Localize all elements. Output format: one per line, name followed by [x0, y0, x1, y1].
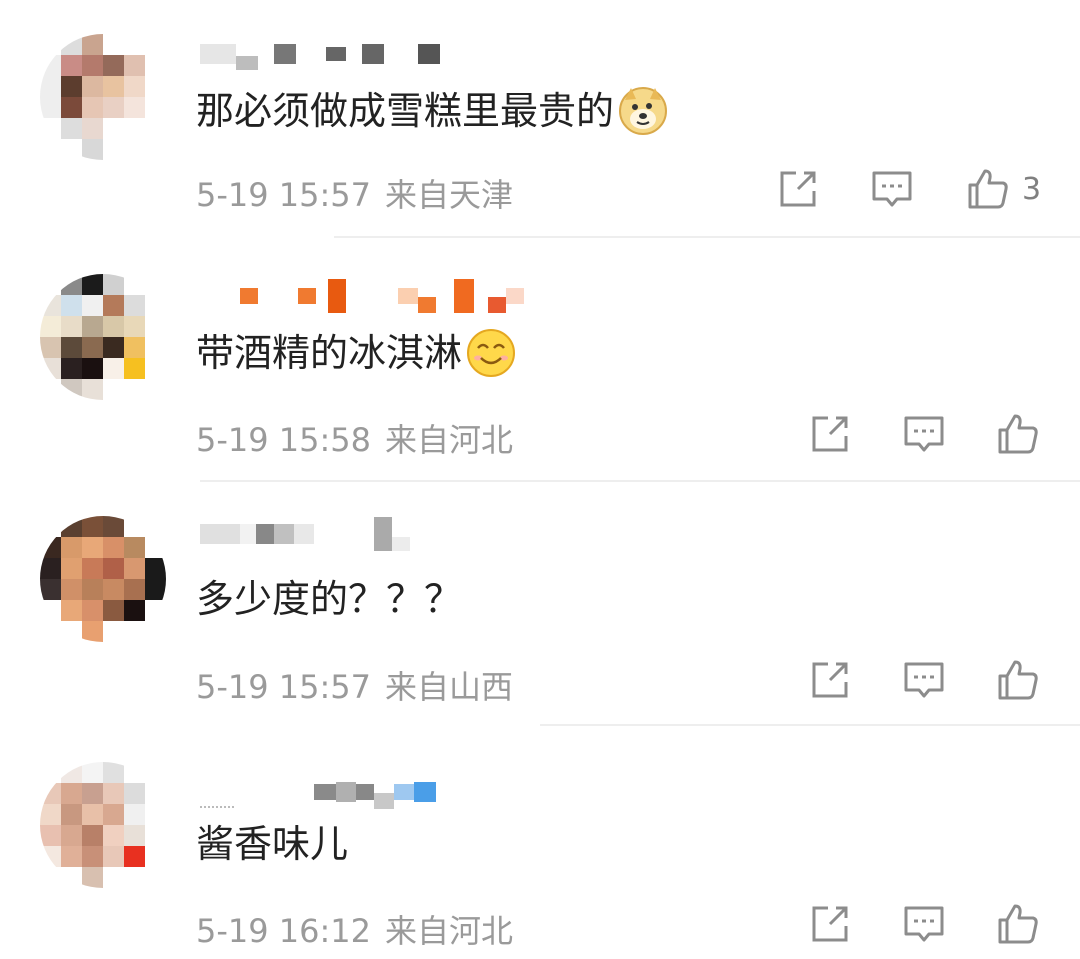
share-icon[interactable] [776, 167, 820, 211]
share-icon[interactable] [808, 412, 852, 456]
thumbs-up-icon[interactable] [966, 167, 1010, 211]
username-blurred[interactable] [200, 772, 436, 812]
location: 来自河北 [385, 912, 514, 950]
username-blurred[interactable] [200, 34, 440, 74]
comment-icon[interactable] [902, 658, 946, 702]
timestamp: 5-19 15:57 [196, 176, 372, 214]
timestamp: 5-19 15:58 [196, 421, 372, 459]
location: 来自天津 [385, 176, 514, 214]
location: 来自山西 [385, 668, 514, 706]
location: 来自河北 [385, 421, 514, 459]
comment-meta: 5-19 15:58 来自河北 [196, 415, 513, 461]
comment-meta: 5-19 15:57 来自天津 [196, 170, 513, 216]
avatar[interactable] [40, 516, 166, 642]
timestamp: 5-19 15:57 [196, 668, 372, 706]
comment-text: 多少度的？？？ [196, 577, 463, 621]
comment-item: 酱香味儿 5-19 16:12 来自河北 [0, 726, 1080, 959]
comment-actions: 3 [776, 167, 1041, 211]
thumbs-up-icon[interactable] [996, 902, 1040, 946]
comment-text: 带酒精的冰淇淋 [196, 328, 516, 378]
comment-icon[interactable] [902, 902, 946, 946]
comment-actions [808, 902, 1040, 946]
avatar[interactable] [40, 34, 166, 160]
timestamp: 5-19 16:12 [196, 912, 372, 950]
divider [334, 236, 1080, 238]
avatar[interactable] [40, 274, 166, 400]
comment-meta: 5-19 15:57 来自山西 [196, 662, 513, 708]
comment-icon[interactable] [902, 412, 946, 456]
smile-emoji [466, 328, 516, 378]
comment-text: 酱香味儿 [196, 822, 349, 866]
share-icon[interactable] [808, 902, 852, 946]
comment-item: 那必须做成雪糕里最贵的 5-19 15:57 来自天津 3 [0, 0, 1080, 240]
comment-item: 带酒精的冰淇淋 5-19 15:58 来自河北 [0, 240, 1080, 482]
comment-text: 那必须做成雪糕里最贵的 [196, 86, 668, 136]
thumbs-up-icon[interactable] [996, 412, 1040, 456]
avatar[interactable] [40, 762, 166, 888]
like-count: 3 [1022, 171, 1042, 207]
share-icon[interactable] [808, 658, 852, 702]
comment-item: 多少度的？？？ 5-19 15:57 来自山西 [0, 482, 1080, 726]
thumbs-up-icon[interactable] [996, 658, 1040, 702]
comment-icon[interactable] [870, 167, 914, 211]
comment-actions [808, 658, 1040, 702]
comment-actions [808, 412, 1040, 456]
username-blurred[interactable] [200, 276, 524, 316]
username-blurred[interactable] [200, 514, 410, 554]
comment-meta: 5-19 16:12 来自河北 [196, 906, 513, 952]
doge-emoji [618, 86, 668, 136]
